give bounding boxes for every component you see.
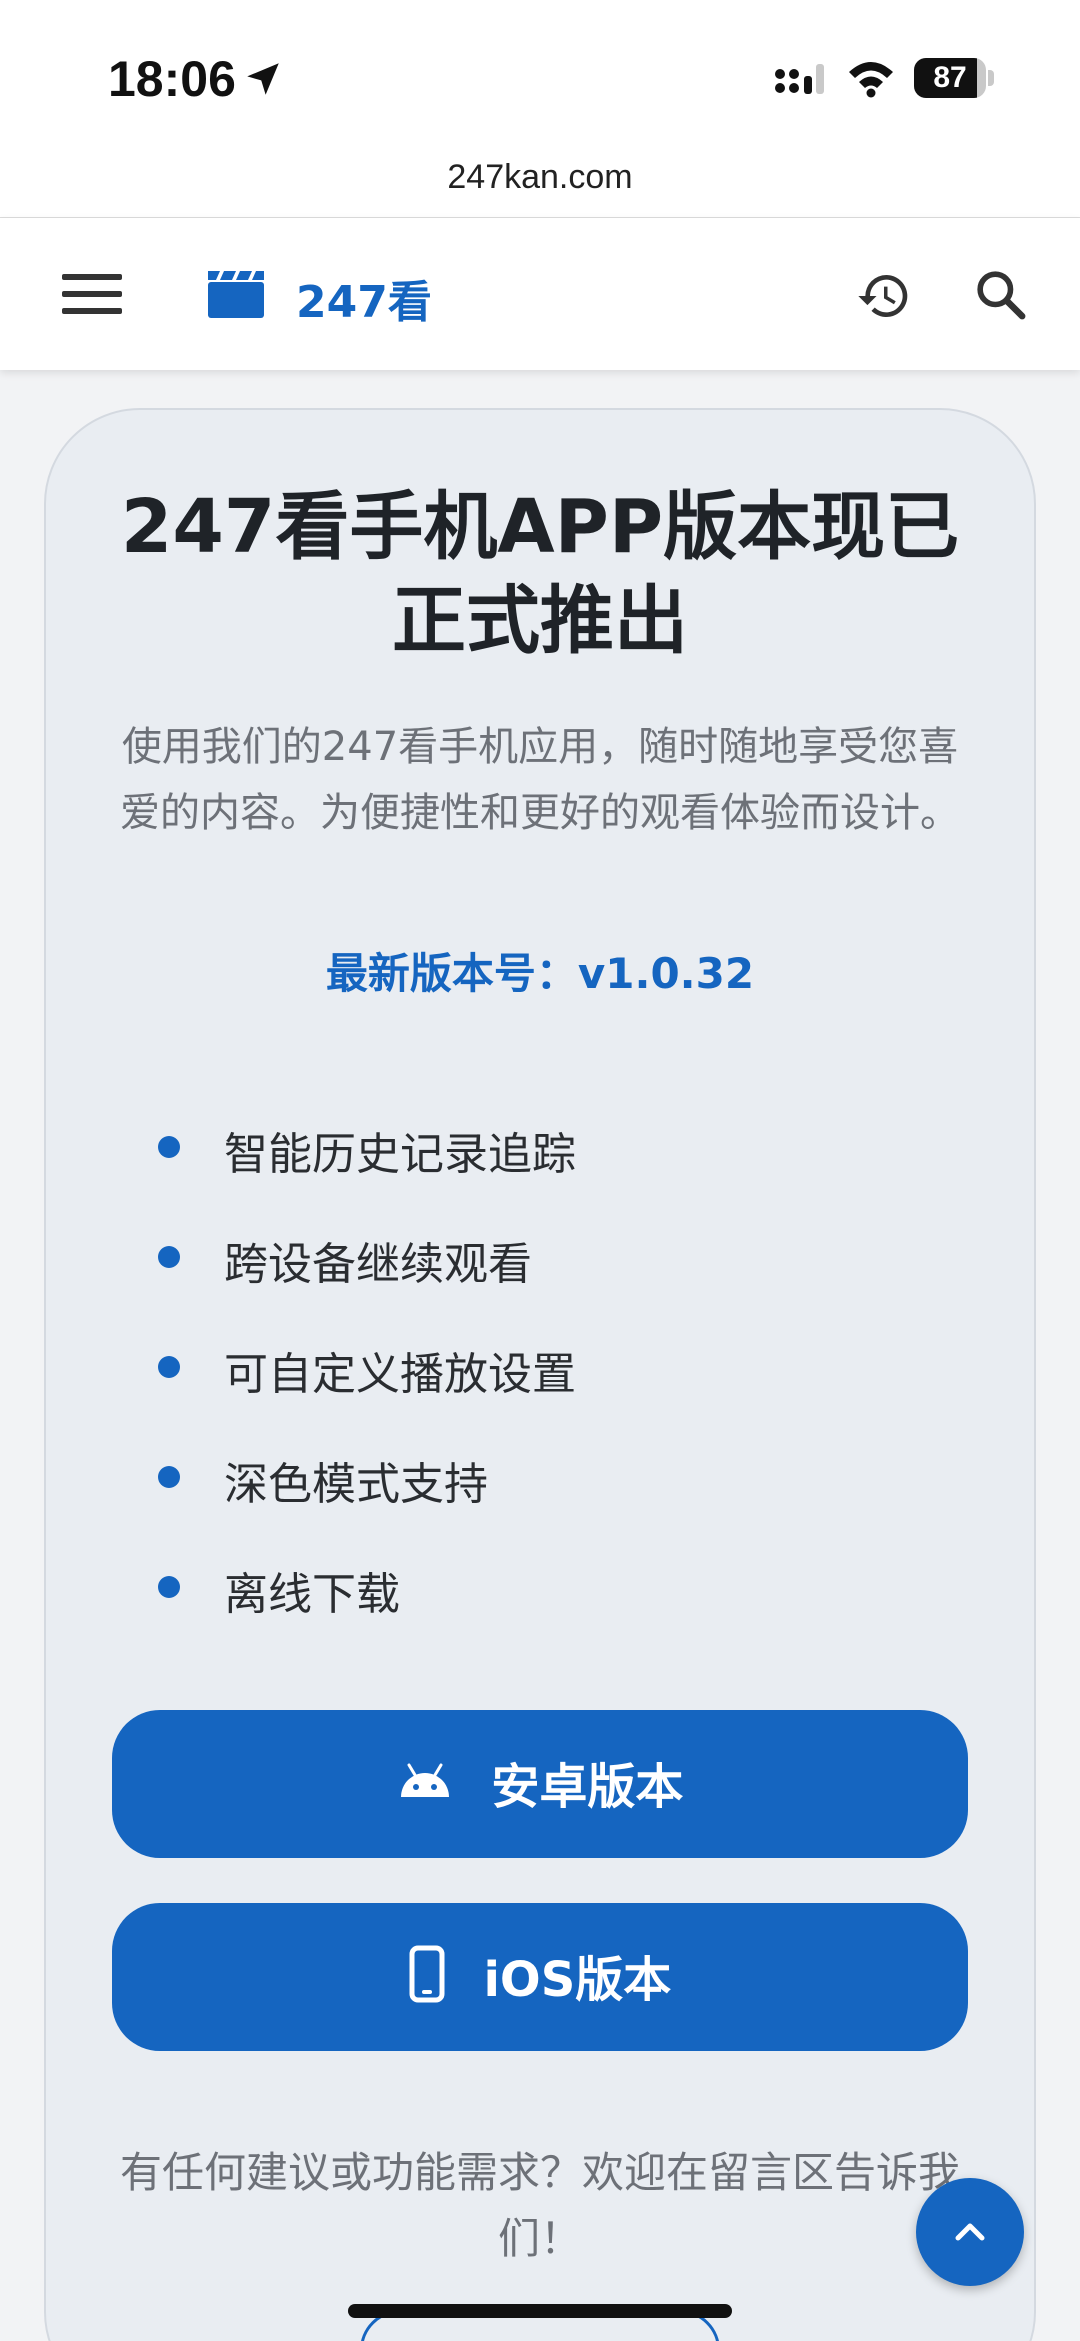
feature-item: 可自定义播放设置 xyxy=(150,1332,950,1442)
android-icon xyxy=(400,1763,449,1797)
feature-list: 智能历史记录追踪 跨设备继续观看 可自定义播放设置 深色模式支持 离线下载 xyxy=(150,1112,950,1662)
feature-item: 智能历史记录追踪 xyxy=(150,1112,950,1222)
feedback-note: 有任何建议或功能需求？欢迎在留言区告诉我们！ xyxy=(119,2148,960,2263)
bullet-icon xyxy=(158,1246,180,1268)
feature-label: 跨设备继续观看 xyxy=(224,1239,532,1290)
feature-item: 离线下载 xyxy=(150,1552,950,1662)
brand-name[interactable]: 247看 xyxy=(296,266,432,330)
bullet-icon xyxy=(158,1466,180,1488)
clapperboard-icon[interactable] xyxy=(206,268,266,320)
feature-item: 跨设备继续观看 xyxy=(150,1222,950,1332)
status-bar: 18:06 87 xyxy=(0,0,1080,150)
address-bar-url[interactable]: 247kan.com xyxy=(0,158,1080,197)
location-arrow-icon xyxy=(247,63,279,95)
smartphone-icon xyxy=(409,1945,445,2003)
feature-label: 深色模式支持 xyxy=(224,1459,488,1510)
latest-version: 最新版本号：v1.0.32 xyxy=(325,949,755,998)
history-icon[interactable] xyxy=(856,268,912,324)
feature-label: 离线下载 xyxy=(224,1569,400,1620)
feature-label: 可自定义播放设置 xyxy=(224,1349,576,1400)
battery-cap xyxy=(988,70,994,86)
battery-percent: 87 xyxy=(933,61,967,94)
bullet-icon xyxy=(158,1356,180,1378)
scroll-to-top-button[interactable] xyxy=(916,2178,1024,2286)
feature-item: 深色模式支持 xyxy=(150,1442,950,1552)
wifi-icon xyxy=(849,62,893,98)
ios-download-button[interactable]: iOS版本 xyxy=(112,1903,968,2051)
battery-indicator: 87 xyxy=(914,58,986,98)
bullet-icon xyxy=(158,1136,180,1158)
ios-button-label: iOS版本 xyxy=(483,1952,672,2008)
search-icon[interactable] xyxy=(972,266,1028,322)
home-indicator xyxy=(348,2304,732,2318)
feature-label: 智能历史记录追踪 xyxy=(224,1129,576,1180)
chevron-up-icon xyxy=(955,2223,985,2241)
site-header: 247看 xyxy=(0,218,1080,370)
status-time: 18:06 xyxy=(108,51,236,107)
android-button-label: 安卓版本 xyxy=(491,1759,684,1815)
promo-title: 247看手机APP版本现已正式推出 xyxy=(120,484,960,664)
menu-icon[interactable] xyxy=(60,268,126,320)
bullet-icon xyxy=(158,1576,180,1598)
android-download-button[interactable]: 安卓版本 xyxy=(112,1710,968,1858)
signal-icon xyxy=(775,64,824,94)
promo-description: 使用我们的247看手机应用，随时随地享受您喜爱的内容。为便捷性和更好的观看体验而… xyxy=(120,724,960,836)
